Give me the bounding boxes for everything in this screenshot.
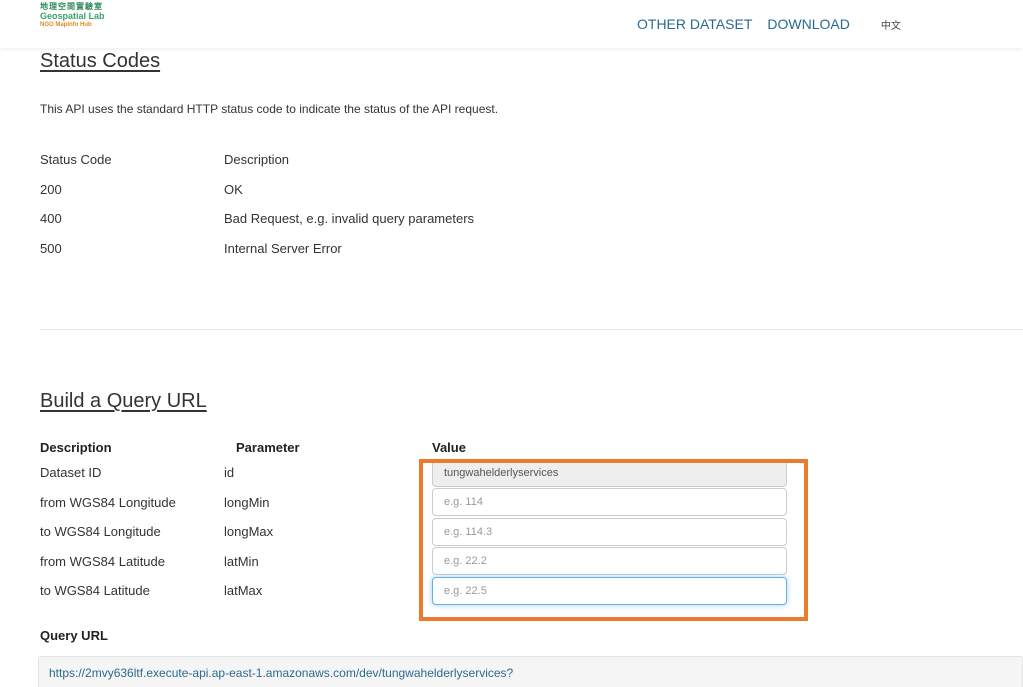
logo-subtitle: NGO MapInfo Hub <box>40 22 92 28</box>
status-description-cell: Bad Request, e.g. invalid query paramete… <box>224 211 475 226</box>
nav-other-dataset-link[interactable]: OTHER DATASET <box>637 16 752 32</box>
param-name: latMin <box>224 553 259 569</box>
description-column-header: Description <box>40 440 112 455</box>
status-table-header: Status Code Description <box>40 152 624 182</box>
table-row: 500 Internal Server Error <box>40 241 624 271</box>
build-query-title: Build a Query URL <box>40 390 207 412</box>
long-max-input[interactable] <box>432 517 787 546</box>
status-code-cell: 400 <box>40 211 62 226</box>
status-code-cell: 500 <box>40 240 62 256</box>
query-url-label: Query URL <box>40 628 108 643</box>
param-name: id <box>224 465 235 481</box>
lat-min-input[interactable] <box>432 547 787 576</box>
value-column-header: Value <box>432 440 466 455</box>
status-code-table: Status Code Description 200 OK 400 Bad R… <box>40 152 624 270</box>
table-row: 400 Bad Request, e.g. invalid query para… <box>40 211 624 241</box>
param-name: longMin <box>224 494 270 510</box>
table-row: Dataset ID id <box>40 458 788 488</box>
section-divider <box>40 329 1023 330</box>
status-codes-intro: This API uses the standard HTTP status c… <box>40 102 499 116</box>
table-row: from WGS84 Longitude longMin <box>40 488 788 518</box>
param-name: latMax <box>224 583 263 599</box>
status-code-cell: 200 <box>40 181 62 197</box>
status-description-cell: OK <box>224 181 243 197</box>
param-description: Dataset ID <box>40 465 102 481</box>
nav-download-link[interactable]: DOWNLOAD <box>767 16 849 32</box>
status-code-column-header: Status Code <box>40 152 112 167</box>
table-row: to WGS84 Longitude longMax <box>40 517 788 547</box>
language-toggle[interactable]: 中文 <box>881 17 901 32</box>
nav-links: OTHER DATASET DOWNLOAD 中文 <box>637 16 901 32</box>
parameter-column-header: Parameter <box>236 440 300 455</box>
top-navbar: 地理空間實驗室 Geospatial Lab NGO MapInfo Hub O… <box>0 0 1023 48</box>
site-logo[interactable]: 地理空間實驗室 Geospatial Lab NGO MapInfo Hub <box>40 2 105 29</box>
table-row: from WGS84 Latitude latMin <box>40 547 788 577</box>
description-column-header: Description <box>224 152 290 167</box>
param-description: from WGS84 Longitude <box>40 494 176 510</box>
status-description-cell: Internal Server Error <box>224 240 342 256</box>
logo-chinese-text: 地理空間實驗室 <box>40 2 103 11</box>
param-description: from WGS84 Latitude <box>40 553 165 569</box>
query-parameter-rows: Dataset ID id from WGS84 Longitude longM… <box>40 458 788 606</box>
table-row: 200 OK <box>40 182 624 212</box>
param-name: longMax <box>224 524 274 540</box>
dataset-id-field[interactable] <box>432 458 787 487</box>
status-codes-title: Status Codes <box>40 50 161 72</box>
logo-english-text: Geospatial Lab <box>40 11 105 21</box>
long-min-input[interactable] <box>432 488 787 517</box>
query-url-output[interactable]: https://2mvy636ltf.execute-api.ap-east-1… <box>38 656 1023 687</box>
query-table-header: Description Parameter Value <box>40 440 466 455</box>
param-description: to WGS84 Latitude <box>40 583 150 599</box>
param-description: to WGS84 Longitude <box>40 524 161 540</box>
table-row: to WGS84 Latitude latMax <box>40 576 788 606</box>
lat-max-input[interactable] <box>432 576 787 605</box>
